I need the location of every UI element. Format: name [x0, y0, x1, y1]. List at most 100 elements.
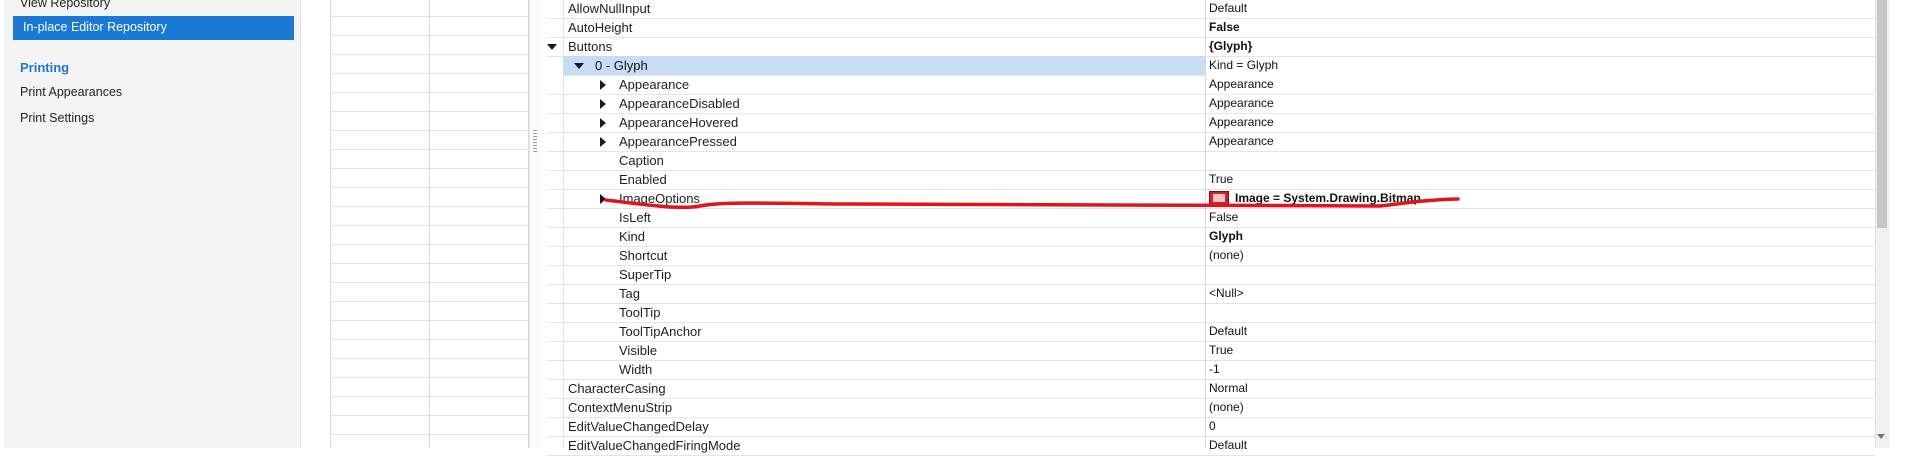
- property-row[interactable]: Kind Glyph: [547, 227, 1875, 247]
- grid-row-line: [330, 320, 529, 321]
- property-value[interactable]: {Glyph}: [1209, 38, 1252, 55]
- property-value[interactable]: Default: [1209, 323, 1247, 340]
- grid-row-line: [330, 244, 529, 245]
- grid-row-line: [330, 168, 529, 169]
- repository-grid[interactable]: [330, 0, 529, 448]
- property-row[interactable]: Shortcut (none): [547, 246, 1875, 266]
- property-row[interactable]: SuperTip: [547, 265, 1875, 285]
- property-value[interactable]: <Null>: [1209, 285, 1244, 302]
- collapse-arrow-icon[interactable]: [547, 44, 557, 50]
- property-name: AutoHeight: [568, 20, 633, 35]
- property-row[interactable]: ContextMenuStrip (none): [547, 398, 1875, 418]
- property-name: 0 - Glyph: [595, 58, 648, 73]
- nav-item-inplace-editor-repository[interactable]: In-place Editor Repository: [13, 16, 294, 40]
- grid-row-line: [330, 35, 529, 36]
- property-row[interactable]: Appearance Appearance: [547, 75, 1875, 95]
- property-row[interactable]: CharacterCasing Normal: [547, 379, 1875, 399]
- nav-item-print-settings[interactable]: Print Settings: [20, 111, 94, 125]
- property-name: Enabled: [619, 172, 667, 187]
- property-name: Visible: [619, 343, 658, 358]
- property-row[interactable]: Caption: [547, 151, 1875, 171]
- property-value[interactable]: Glyph: [1209, 228, 1243, 245]
- property-name: EditValueChangedFiringMode: [568, 438, 741, 453]
- grid-row-line: [330, 111, 529, 112]
- property-row[interactable]: AppearanceDisabled Appearance: [547, 94, 1875, 114]
- property-row[interactable]: Tag <Null>: [547, 284, 1875, 304]
- property-row[interactable]: AppearanceHovered Appearance: [547, 113, 1875, 133]
- grid-row-line: [330, 54, 529, 55]
- splitter[interactable]: [529, 0, 540, 448]
- property-value[interactable]: Appearance: [1209, 133, 1274, 150]
- property-value[interactable]: True: [1209, 342, 1233, 359]
- expand-arrow-icon[interactable]: [600, 118, 606, 128]
- property-value[interactable]: 0: [1209, 418, 1216, 435]
- grid-row-line: [330, 339, 529, 340]
- navigation-panel: View Repository In-place Editor Reposito…: [4, 0, 301, 448]
- property-name: Kind: [619, 229, 646, 244]
- property-value[interactable]: Default: [1209, 437, 1247, 454]
- property-row[interactable]: 0 - Glyph Kind = Glyph: [563, 56, 1278, 76]
- property-name: EditValueChangedDelay: [568, 419, 709, 434]
- property-row[interactable]: ToolTip: [547, 303, 1875, 323]
- property-value[interactable]: Default: [1209, 0, 1247, 17]
- grid-row-line: [330, 16, 529, 17]
- property-value[interactable]: Normal: [1209, 380, 1248, 397]
- property-row[interactable]: Buttons {Glyph}: [547, 37, 1875, 57]
- grid-row-line: [330, 263, 529, 264]
- property-name: AppearanceHovered: [619, 115, 739, 130]
- grid-row-line: [330, 187, 529, 188]
- grid-row-line: [330, 415, 529, 416]
- collapse-arrow-icon[interactable]: [574, 63, 584, 69]
- property-row[interactable]: AllowNullInput Default: [547, 0, 1875, 19]
- grid-row-line: [330, 92, 529, 93]
- nav-item-print-appearances[interactable]: Print Appearances: [20, 85, 122, 99]
- property-value[interactable]: False: [1209, 19, 1240, 36]
- nav-item-view-repository[interactable]: View Repository: [20, 0, 110, 10]
- property-row[interactable]: EditValueChangedDelay 0: [547, 417, 1875, 437]
- expand-arrow-icon[interactable]: [600, 80, 606, 90]
- property-name: AppearancePressed: [619, 134, 737, 149]
- property-value[interactable]: Appearance: [1209, 95, 1274, 112]
- property-name: AllowNullInput: [568, 1, 651, 16]
- property-value[interactable]: Image = System.Drawing.Bitmap: [1235, 190, 1421, 207]
- property-name: ToolTipAnchor: [619, 324, 702, 339]
- property-value[interactable]: Appearance: [1209, 114, 1274, 131]
- property-value[interactable]: -1: [1209, 361, 1220, 378]
- name-value-divider[interactable]: [1205, 0, 1206, 448]
- nav-item-label: In-place Editor Repository: [23, 20, 167, 34]
- property-name: Tag: [619, 286, 640, 301]
- property-row[interactable]: Visible True: [547, 341, 1875, 361]
- expand-arrow-icon[interactable]: [600, 194, 606, 204]
- grid-column-line: [330, 0, 331, 448]
- grid-row-line: [330, 377, 529, 378]
- property-name: Appearance: [619, 77, 690, 92]
- expand-arrow-icon[interactable]: [600, 137, 606, 147]
- grid-row-line: [330, 282, 529, 283]
- property-value[interactable]: (none): [1209, 399, 1244, 416]
- splitter-grip-icon[interactable]: [533, 130, 537, 152]
- grid-row-line: [330, 149, 529, 150]
- scrollbar-thumb[interactable]: [1877, 0, 1887, 228]
- property-row[interactable]: AutoHeight False: [547, 18, 1875, 38]
- property-row[interactable]: Width -1: [547, 360, 1875, 380]
- property-grid[interactable]: AllowNullInput Default AutoHeight False Butt…: [547, 0, 1875, 456]
- property-value[interactable]: Kind = Glyph: [1209, 57, 1278, 74]
- property-name: AppearanceDisabled: [619, 96, 740, 111]
- scroll-down-arrow-icon[interactable]: [1877, 434, 1885, 439]
- property-row[interactable]: ToolTipAnchor Default: [547, 322, 1875, 342]
- property-value[interactable]: (none): [1209, 247, 1244, 264]
- property-row[interactable]: EditValueChangedFiringMode Default: [547, 436, 1875, 456]
- property-value[interactable]: True: [1209, 171, 1233, 188]
- grid-row-line: [330, 73, 529, 74]
- property-value[interactable]: False: [1209, 209, 1238, 226]
- property-row[interactable]: ImageOptions Image = System.Drawing.Bitma…: [547, 189, 1875, 209]
- property-row[interactable]: IsLeft False: [547, 208, 1875, 228]
- expand-arrow-icon[interactable]: [600, 99, 606, 109]
- property-name: ContextMenuStrip: [568, 400, 673, 415]
- property-row[interactable]: Enabled True: [547, 170, 1875, 190]
- grid-column-line: [429, 0, 430, 448]
- property-value[interactable]: Appearance: [1209, 76, 1274, 93]
- grid-row-line: [330, 130, 529, 131]
- property-row[interactable]: AppearancePressed Appearance: [547, 132, 1875, 152]
- property-name: IsLeft: [619, 210, 651, 225]
